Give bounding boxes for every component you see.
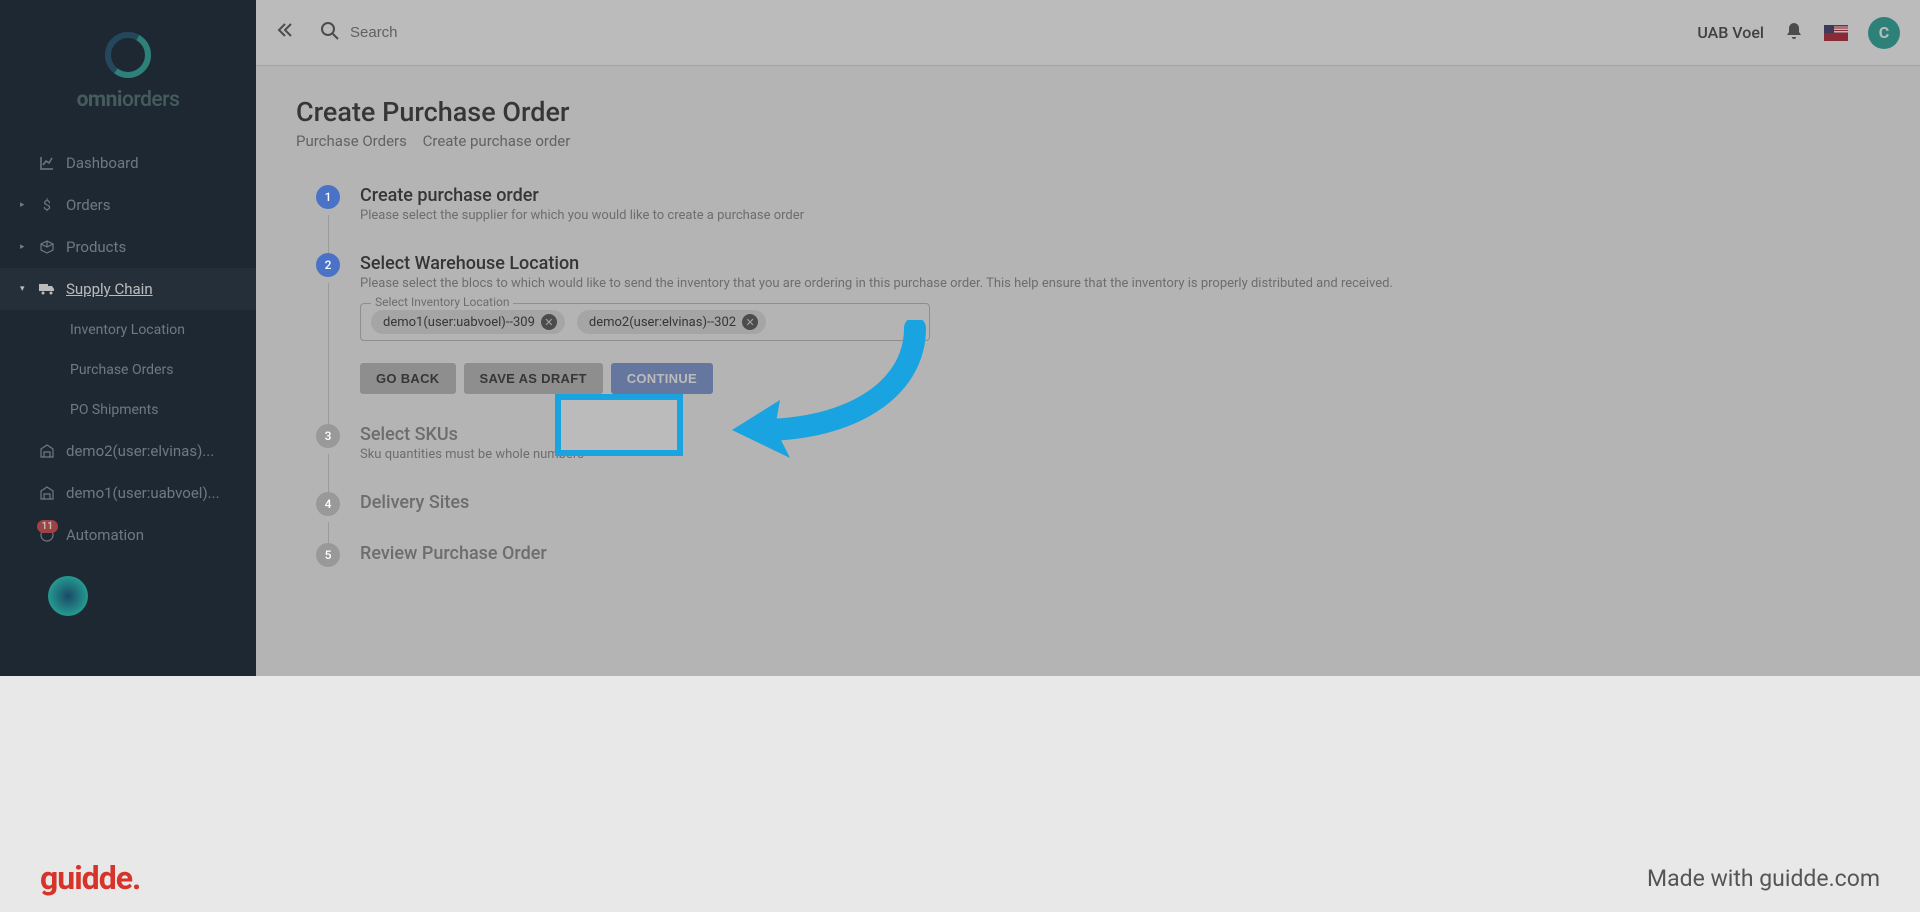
step-title: Delivery Sites <box>360 492 1880 513</box>
chevron-down-icon: ▾ <box>20 284 28 294</box>
automation-icon: 11 <box>38 526 56 544</box>
notification-badge: 11 <box>37 520 58 533</box>
step-num: 4 <box>316 492 340 516</box>
step-title: Review Purchase Order <box>360 543 1880 564</box>
sidebar-item-inventory-location[interactable]: Inventory Location <box>0 310 256 350</box>
step-title: Select Warehouse Location <box>360 253 1880 274</box>
org-name: UAB Voel <box>1697 23 1764 42</box>
step-3: 3 Select SKUs Sku quantities must be who… <box>316 424 1880 492</box>
content-area: UAB Voel C Create Purchase Order Purchas… <box>256 0 1920 676</box>
truck-icon <box>38 280 56 298</box>
footer: guidde. Made with guidde.com <box>0 844 1920 912</box>
sidebar-collapse-button[interactable] <box>276 21 294 44</box>
save-draft-button[interactable]: SAVE AS DRAFT <box>464 363 603 394</box>
footer-attribution: Made with guidde.com <box>1647 865 1880 892</box>
sidebar-item-products[interactable]: ▸ Products <box>0 226 256 268</box>
brand-name: omniorders <box>0 88 256 112</box>
sidebar: omniorders Dashboard ▸ $ Orders ▸ Produc… <box>0 0 256 676</box>
sidebar-item-automation[interactable]: 11 Automation <box>0 514 256 556</box>
warehouse-icon <box>38 442 56 460</box>
box-icon <box>38 238 56 256</box>
dollar-icon: $ <box>38 196 56 214</box>
sidebar-item-demo1[interactable]: demo1(user:uabvoel)... <box>0 472 256 514</box>
avatar[interactable]: C <box>1868 17 1900 49</box>
step-desc: Please select the blocs to which would l… <box>360 276 1880 291</box>
step-2: 2 Select Warehouse Location Please selec… <box>316 253 1880 424</box>
sidebar-item-orders[interactable]: ▸ $ Orders <box>0 184 256 226</box>
search-box[interactable] <box>309 14 529 52</box>
brand-logo-icon <box>103 30 153 80</box>
breadcrumb: Purchase Orders Create purchase order <box>296 132 1880 150</box>
sidebar-item-purchase-orders[interactable]: Purchase Orders <box>0 350 256 390</box>
step-title: Create purchase order <box>360 185 1880 206</box>
location-chip: demo2(user:elvinas)--302 ✕ <box>577 310 766 334</box>
step-desc: Please select the supplier for which you… <box>360 208 1880 223</box>
guidde-logo: guidde. <box>40 859 140 897</box>
step-desc: Sku quantities must be whole numbers <box>360 447 1880 462</box>
step-num: 3 <box>316 424 340 448</box>
chevron-right-icon: ▸ <box>20 242 28 252</box>
step-5: 5 Review Purchase Order <box>316 543 1880 594</box>
step-num: 2 <box>316 253 340 277</box>
sidebar-item-supply-chain[interactable]: ▾ Supply Chain <box>0 268 256 310</box>
chart-icon <box>38 154 56 172</box>
brand-logo-area: omniorders <box>0 10 256 142</box>
flag-icon[interactable] <box>1824 25 1848 41</box>
chip-close-icon[interactable]: ✕ <box>541 314 557 330</box>
sidebar-item-demo2[interactable]: demo2(user:elvinas)... <box>0 430 256 472</box>
page-title: Create Purchase Order <box>296 96 1880 128</box>
chip-close-icon[interactable]: ✕ <box>742 314 758 330</box>
sidebar-item-dashboard[interactable]: Dashboard <box>0 142 256 184</box>
warehouse-icon <box>38 484 56 502</box>
step-1: 1 Create purchase order Please select th… <box>316 185 1880 253</box>
step-4: 4 Delivery Sites <box>316 492 1880 543</box>
continue-button[interactable]: CONTINUE <box>611 363 713 394</box>
bell-icon[interactable] <box>1784 21 1804 45</box>
search-input[interactable] <box>350 24 549 41</box>
step-num: 1 <box>316 185 340 209</box>
go-back-button[interactable]: GO BACK <box>360 363 456 394</box>
field-label: Select Inventory Location <box>371 295 513 309</box>
inventory-location-field[interactable]: Select Inventory Location demo1(user:uab… <box>360 303 930 341</box>
overlay-logo-icon <box>48 576 88 616</box>
step-num: 5 <box>316 543 340 567</box>
svg-text:$: $ <box>43 197 51 213</box>
location-chip: demo1(user:uabvoel)--309 ✕ <box>371 310 565 334</box>
sidebar-item-po-shipments[interactable]: PO Shipments <box>0 390 256 430</box>
header: UAB Voel C <box>256 0 1920 66</box>
search-icon <box>320 21 340 45</box>
step-title: Select SKUs <box>360 424 1880 445</box>
chevron-right-icon: ▸ <box>20 200 28 210</box>
